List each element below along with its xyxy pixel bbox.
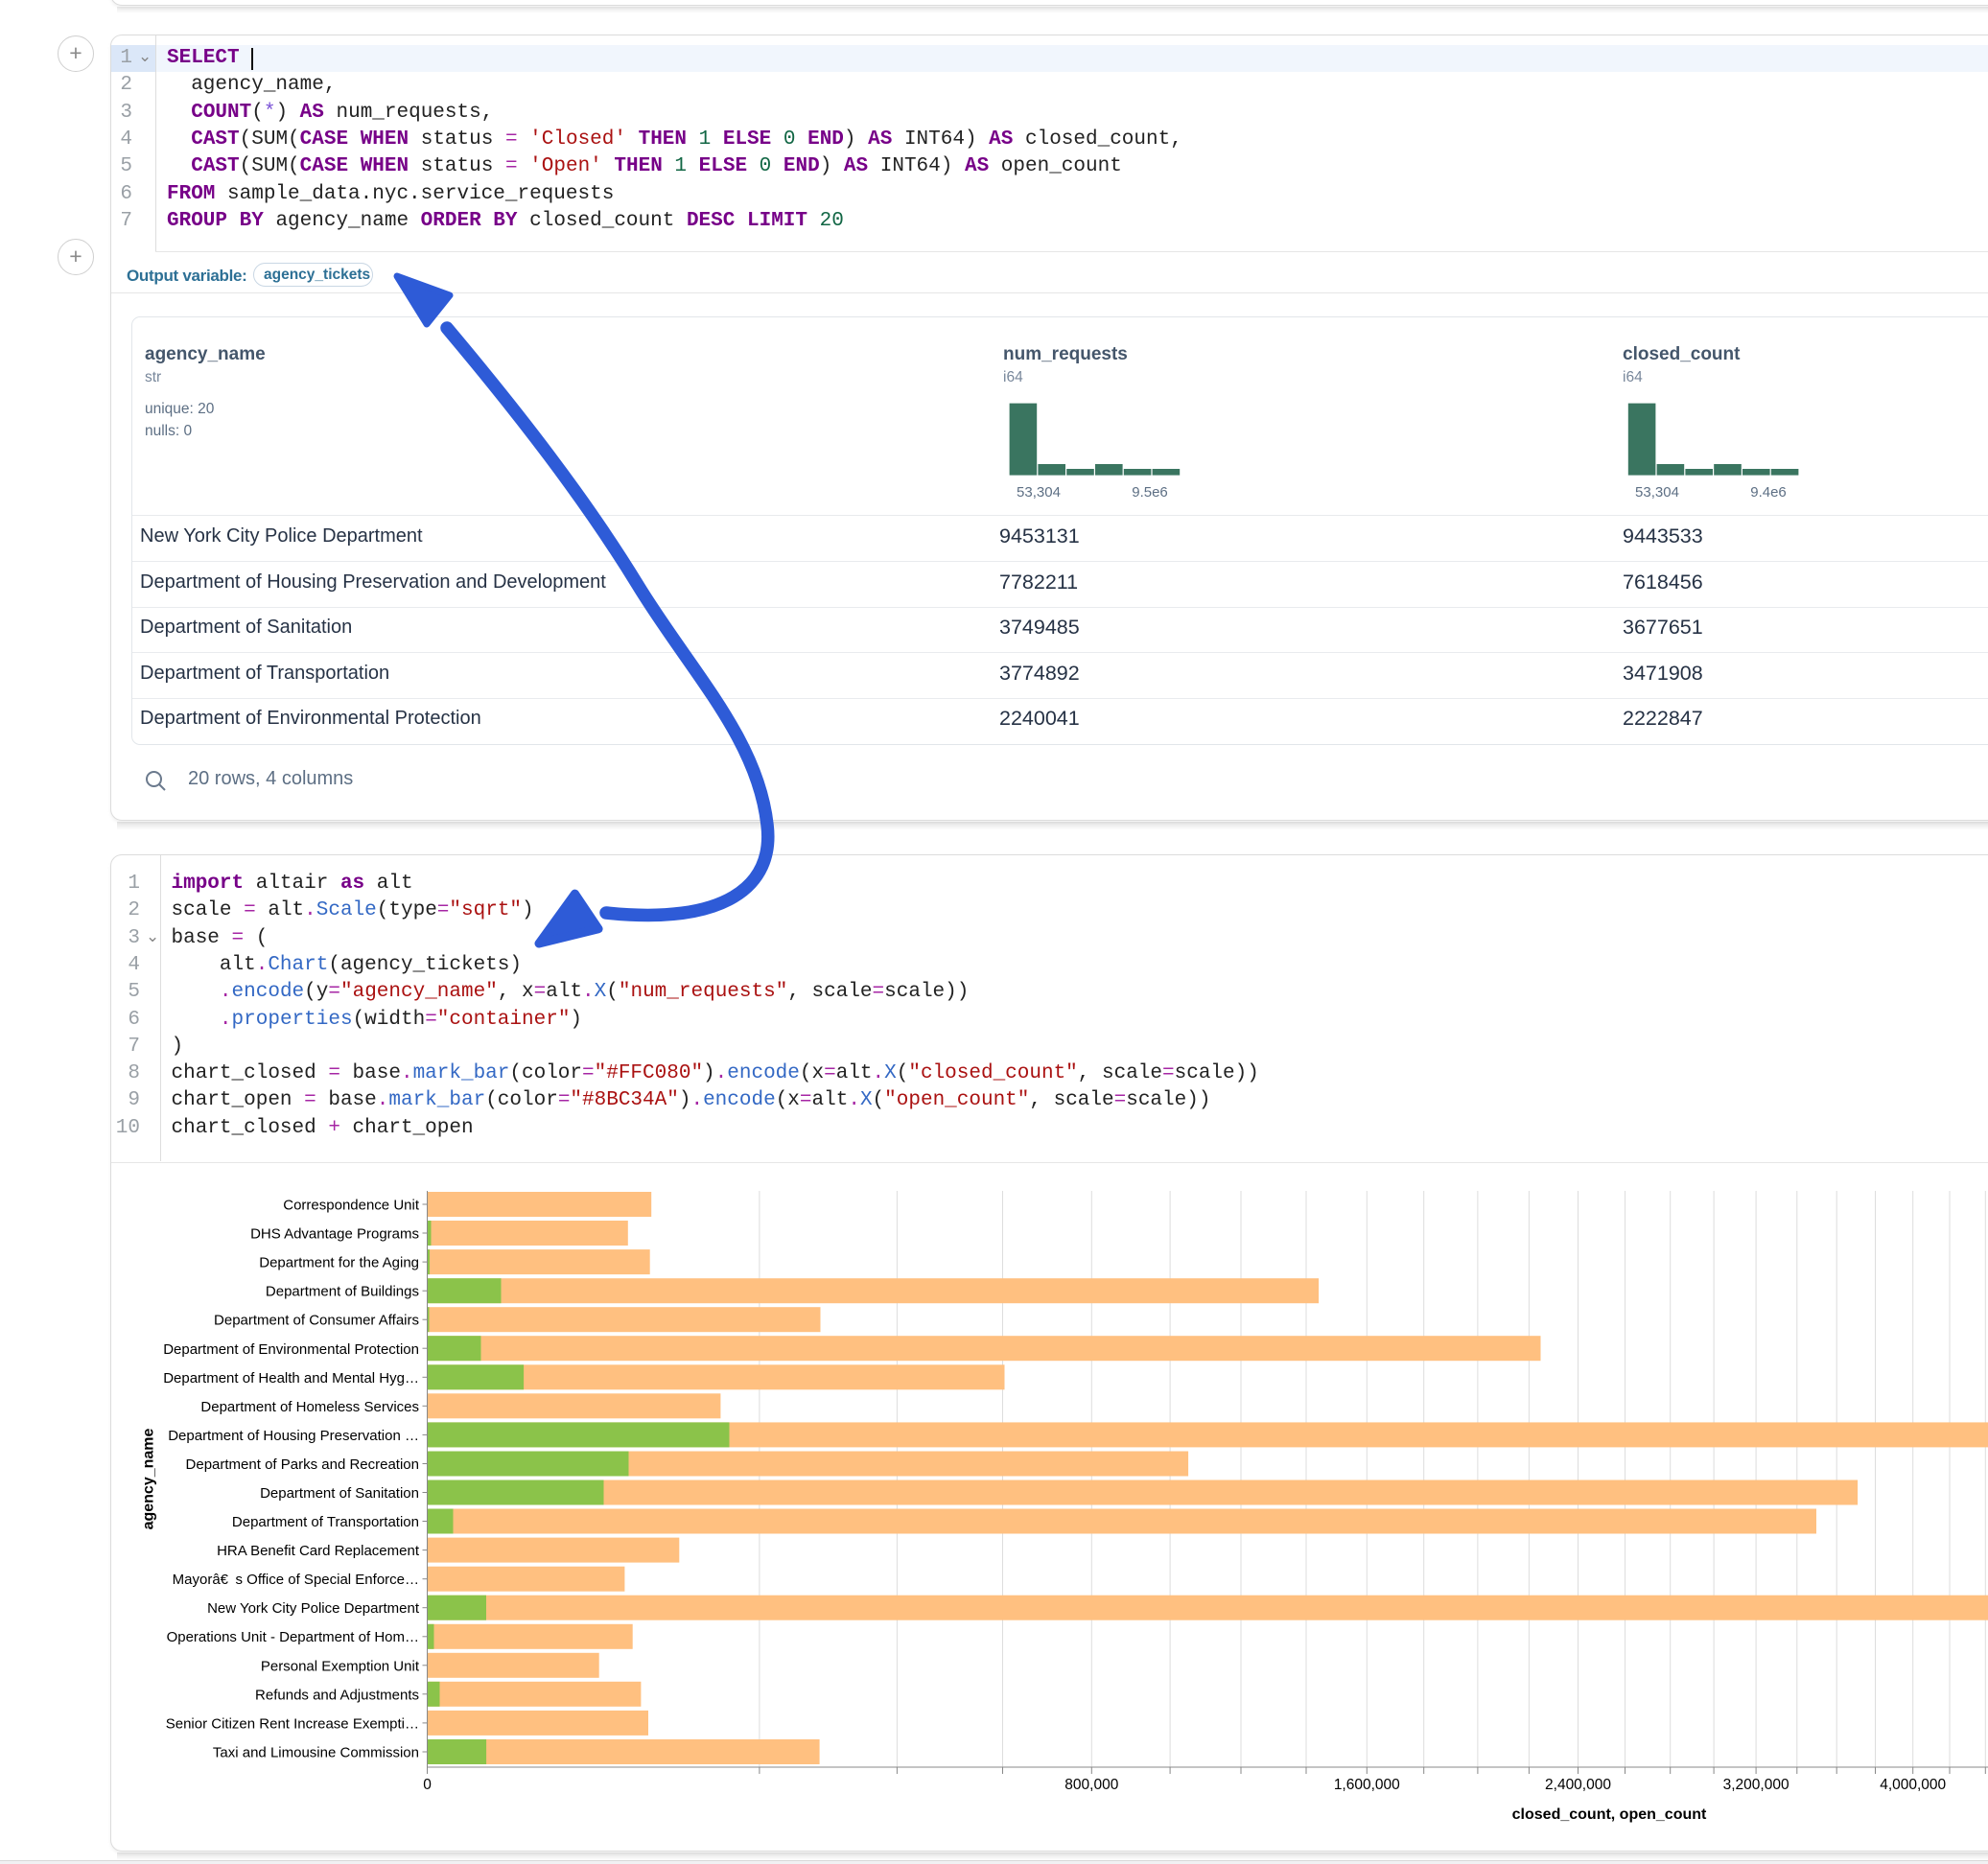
svg-text:0: 0 bbox=[423, 1777, 432, 1793]
svg-text:Department of Consumer Affairs: Department of Consumer Affairs bbox=[214, 1313, 419, 1329]
svg-text:New York City Police Departmen: New York City Police Department bbox=[207, 1600, 420, 1617]
svg-text:Department of Parks and Recrea: Department of Parks and Recreation bbox=[186, 1456, 419, 1473]
svg-text:Department of Housing Preserva: Department of Housing Preservation … bbox=[168, 1428, 419, 1444]
svg-text:closed_count, open_count: closed_count, open_count bbox=[1512, 1806, 1707, 1823]
svg-text:HRA Benefit Card Replacement: HRA Benefit Card Replacement bbox=[217, 1543, 420, 1559]
svg-text:Department of Homeless Service: Department of Homeless Services bbox=[200, 1399, 419, 1415]
svg-text:3,200,000: 3,200,000 bbox=[1723, 1777, 1789, 1793]
svg-text:2,400,000: 2,400,000 bbox=[1545, 1777, 1611, 1793]
svg-text:Department for the Aging: Department for the Aging bbox=[259, 1255, 419, 1271]
svg-text:Correspondence Unit: Correspondence Unit bbox=[283, 1198, 420, 1214]
svg-text:Department of Buildings: Department of Buildings bbox=[266, 1284, 419, 1300]
svg-text:1,600,000: 1,600,000 bbox=[1334, 1777, 1400, 1793]
svg-text:Refunds and Adjustments: Refunds and Adjustments bbox=[255, 1687, 419, 1703]
svg-text:Personal Exemption Unit: Personal Exemption Unit bbox=[261, 1658, 420, 1674]
svg-text:Mayorâ€ s Office of Special En: Mayorâ€ s Office of Special Enforce… bbox=[173, 1572, 419, 1588]
svg-text:Department of Health and Menta: Department of Health and Mental Hyg… bbox=[163, 1370, 419, 1386]
svg-text:4,000,000: 4,000,000 bbox=[1880, 1777, 1946, 1793]
svg-text:Senior Citizen Rent Increase E: Senior Citizen Rent Increase Exempti… bbox=[166, 1715, 419, 1732]
svg-text:Department of Environmental Pr: Department of Environmental Protection bbox=[163, 1341, 419, 1358]
svg-text:Taxi and Limousine Commission: Taxi and Limousine Commission bbox=[213, 1745, 419, 1761]
svg-text:Department of Transportation: Department of Transportation bbox=[232, 1514, 419, 1530]
svg-text:agency_name: agency_name bbox=[141, 1428, 157, 1529]
svg-text:Department of Sanitation: Department of Sanitation bbox=[260, 1485, 419, 1502]
svg-text:DHS Advantage Programs: DHS Advantage Programs bbox=[250, 1226, 419, 1243]
svg-text:800,000: 800,000 bbox=[1064, 1777, 1118, 1793]
svg-text:Operations Unit - Department o: Operations Unit - Department of Hom… bbox=[167, 1629, 419, 1645]
